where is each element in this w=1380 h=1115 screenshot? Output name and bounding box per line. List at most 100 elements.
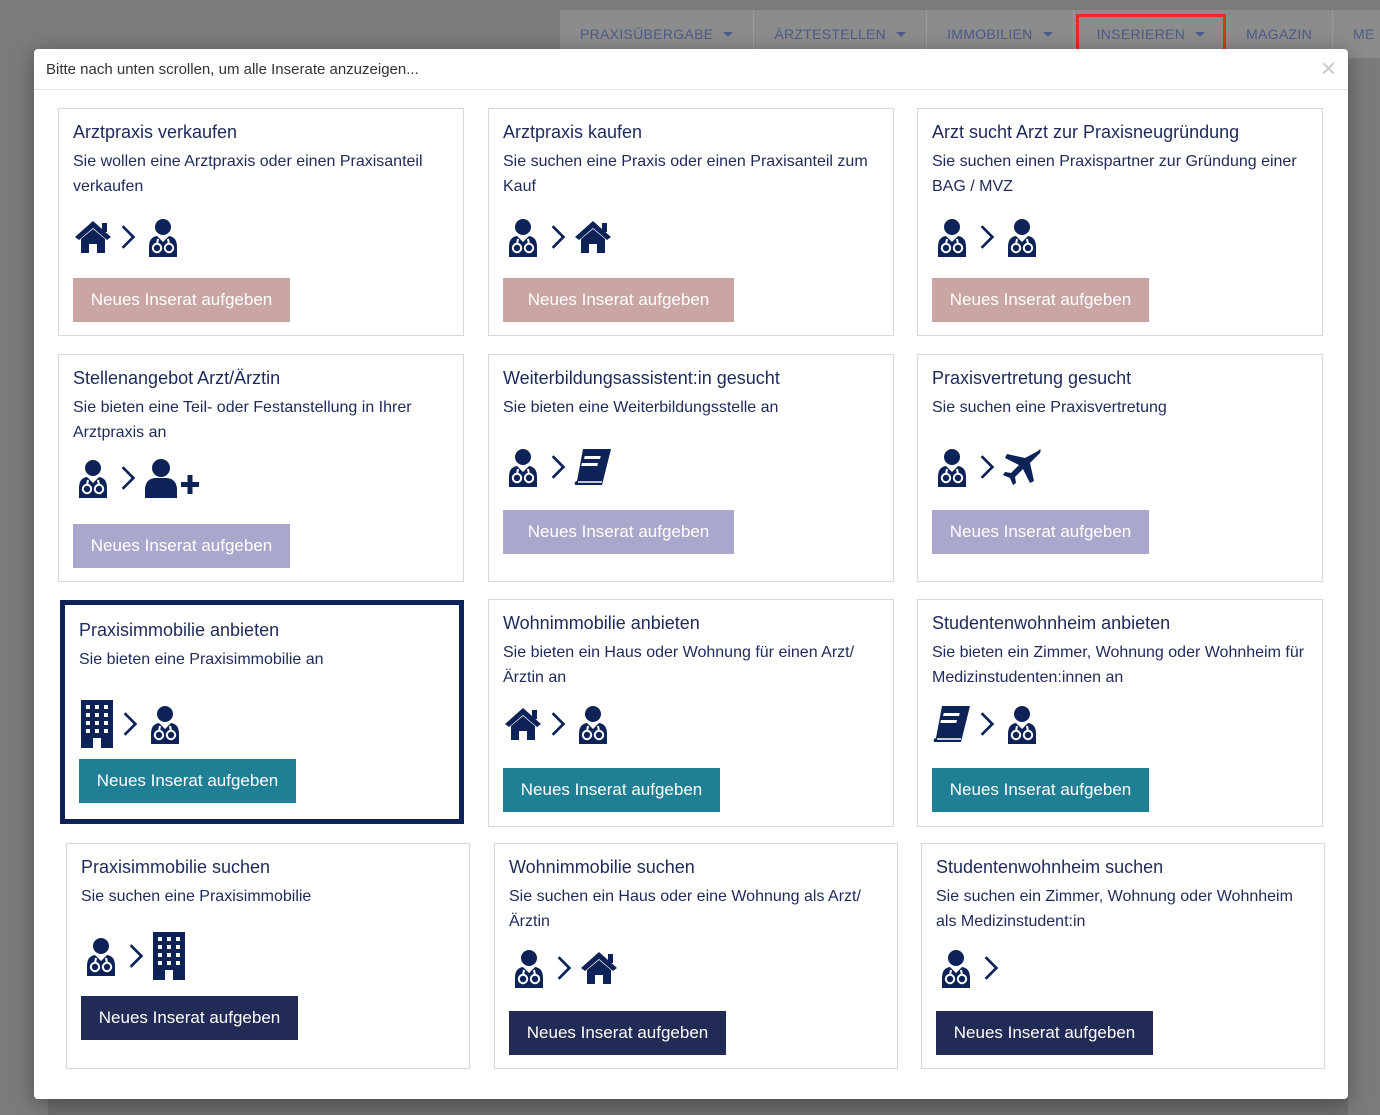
card-description: Sie bieten eine Praxisimmobilie an <box>79 651 324 668</box>
plane-icon <box>1002 447 1042 487</box>
chevron-right-icon <box>121 710 139 738</box>
new-listing-button[interactable]: Neues Inserat aufgeben <box>73 278 290 322</box>
card-description: Sie suchen eine Praxisimmobilie <box>81 888 312 905</box>
new-listing-button[interactable]: Neues Inserat aufgeben <box>936 1011 1153 1055</box>
inserat-card[interactable]: Arztpraxis verkaufen Sie wollen eine Arzt… <box>58 108 464 336</box>
book-icon <box>573 447 613 487</box>
new-listing-button[interactable]: Neues Inserat aufgeben <box>81 996 298 1040</box>
card-title: Studentenwohnheim anbieten <box>932 613 1171 633</box>
inserate-modal: Bitte nach unten scrollen, um alle Inser… <box>34 49 1348 1099</box>
new-listing-button[interactable]: Neues Inserat aufgeben <box>503 278 734 322</box>
chevron-right-icon <box>549 223 567 251</box>
card-icon-flow <box>79 700 185 748</box>
card-title: Praxisvertretung gesucht <box>932 368 1132 388</box>
user-plus-icon <box>143 458 199 498</box>
doctor-icon <box>1002 704 1042 744</box>
card-title: Weiterbildungsassistent:in gesucht <box>503 368 780 388</box>
card-description: Sie suchen ein Zimmer, Wohnung oder Wohn… <box>936 888 1293 930</box>
doctor-icon <box>503 447 543 487</box>
doctor-icon <box>143 217 183 257</box>
inserat-card[interactable]: Wohnimmobilie suchen Sie suchen ein Haus … <box>494 843 898 1069</box>
chevron-right-icon <box>127 942 145 970</box>
inserat-card[interactable]: Studentenwohnheim anbieten Sie bieten ein… <box>917 599 1323 827</box>
inserat-card[interactable]: Wohnimmobilie anbieten Sie bieten ein Hau… <box>488 599 894 827</box>
house-icon <box>73 217 113 257</box>
chevron-right-icon <box>982 954 1000 982</box>
building-icon <box>151 932 187 980</box>
chevron-right-icon <box>555 954 573 982</box>
inserat-card[interactable]: Weiterbildungsassistent:in gesucht Sie bi… <box>488 354 894 582</box>
card-title: Praxisimmobilie anbieten <box>79 620 280 640</box>
new-listing-button[interactable]: Neues Inserat aufgeben <box>79 759 296 803</box>
card-title: Arztpraxis kaufen <box>503 122 643 142</box>
new-listing-button[interactable]: Neues Inserat aufgeben <box>932 768 1149 812</box>
inserat-card[interactable]: Praxisimmobilie anbieten Sie bieten eine … <box>60 600 464 824</box>
card-description: Sie suchen einen Praxispartner zur Gründ… <box>932 153 1297 195</box>
chevron-right-icon <box>978 710 996 738</box>
house-icon <box>573 217 613 257</box>
doctor-icon <box>503 217 543 257</box>
chevron-right-icon <box>549 710 567 738</box>
card-icon-flow <box>503 217 613 257</box>
inserat-card[interactable]: Arztpraxis kaufen Sie suchen eine Praxis … <box>488 108 894 336</box>
new-listing-button[interactable]: Neues Inserat aufgeben <box>509 1011 726 1055</box>
nav-label: ME <box>1353 26 1375 42</box>
doctor-icon <box>936 948 976 988</box>
nav-label: MAGAZIN <box>1246 26 1313 42</box>
inserat-card[interactable]: Stellenangebot Arzt/Ärztin Sie bieten ein… <box>58 354 464 582</box>
card-icon-flow <box>932 704 1042 744</box>
doctor-icon <box>81 936 121 976</box>
card-icon-flow <box>932 217 1042 257</box>
card-description: Sie suchen ein Haus oder eine Wohnung al… <box>509 888 861 930</box>
card-icon-flow <box>81 932 187 980</box>
card-title: Wohnimmobilie suchen <box>509 857 695 877</box>
chevron-right-icon <box>119 464 137 492</box>
doctor-icon <box>932 447 972 487</box>
nav-label: IMMOBILIEN <box>947 26 1033 42</box>
building-icon <box>79 700 115 748</box>
card-title: Wohnimmobilie anbieten <box>503 613 700 633</box>
chevron-right-icon <box>119 223 137 251</box>
nav-label: ÄRZTESTELLEN <box>774 26 887 42</box>
card-title: Praxisimmobilie suchen <box>81 857 271 877</box>
card-description: Sie bieten ein Zimmer, Wohnung oder Wohn… <box>932 644 1305 686</box>
card-description: Sie bieten ein Haus oder Wohnung für ein… <box>503 644 855 686</box>
doctor-icon <box>573 704 613 744</box>
nav-inserieren[interactable]: INSERIEREN <box>1075 14 1227 54</box>
new-listing-button[interactable]: Neues Inserat aufgeben <box>503 510 734 554</box>
doctor-icon <box>509 948 549 988</box>
card-icon-flow <box>509 948 619 988</box>
card-icon-flow <box>503 704 613 744</box>
doctor-icon <box>73 458 113 498</box>
modal-title: Bitte nach unten scrollen, um alle Inser… <box>46 60 419 78</box>
card-description: Sie suchen eine Praxisvertretung <box>932 399 1167 416</box>
card-icon-flow <box>936 948 1000 988</box>
card-icon-flow <box>932 447 1042 487</box>
card-description: Sie bieten eine Teil- oder Festanstellun… <box>73 399 412 441</box>
chevron-right-icon <box>978 453 996 481</box>
new-listing-button[interactable]: Neues Inserat aufgeben <box>932 510 1149 554</box>
card-icon-flow <box>503 447 613 487</box>
card-description: Sie suchen eine Praxis oder einen Praxis… <box>503 153 868 195</box>
nav-label: INSERIEREN <box>1096 26 1186 42</box>
caret-down-icon <box>1042 31 1053 37</box>
close-icon[interactable]: × <box>1321 55 1336 81</box>
caret-down-icon <box>1195 31 1206 37</box>
card-title: Arzt sucht Arzt zur Praxisneugründung <box>932 122 1240 142</box>
book-icon <box>932 704 972 744</box>
new-listing-button[interactable]: Neues Inserat aufgeben <box>73 524 290 568</box>
card-title: Arztpraxis verkaufen <box>73 122 238 142</box>
new-listing-button[interactable]: Neues Inserat aufgeben <box>932 278 1149 322</box>
inserat-card[interactable]: Praxisimmobilie suchen Sie suchen eine Pr… <box>66 843 470 1069</box>
inserat-card[interactable]: Studentenwohnheim suchen Sie suchen ein Z… <box>921 843 1325 1069</box>
doctor-icon <box>1002 217 1042 257</box>
inserat-card[interactable]: Praxisvertretung gesucht Sie suchen eine … <box>917 354 1323 582</box>
house-icon <box>503 704 543 744</box>
inserat-card[interactable]: Arzt sucht Arzt zur Praxisneugründung Sie… <box>917 108 1323 336</box>
doctor-icon <box>932 217 972 257</box>
nav-label: PRAXISÜBERGABE <box>580 26 714 42</box>
card-icon-flow <box>73 217 183 257</box>
caret-down-icon <box>896 31 907 37</box>
card-icon-flow <box>73 458 199 498</box>
new-listing-button[interactable]: Neues Inserat aufgeben <box>503 768 720 812</box>
